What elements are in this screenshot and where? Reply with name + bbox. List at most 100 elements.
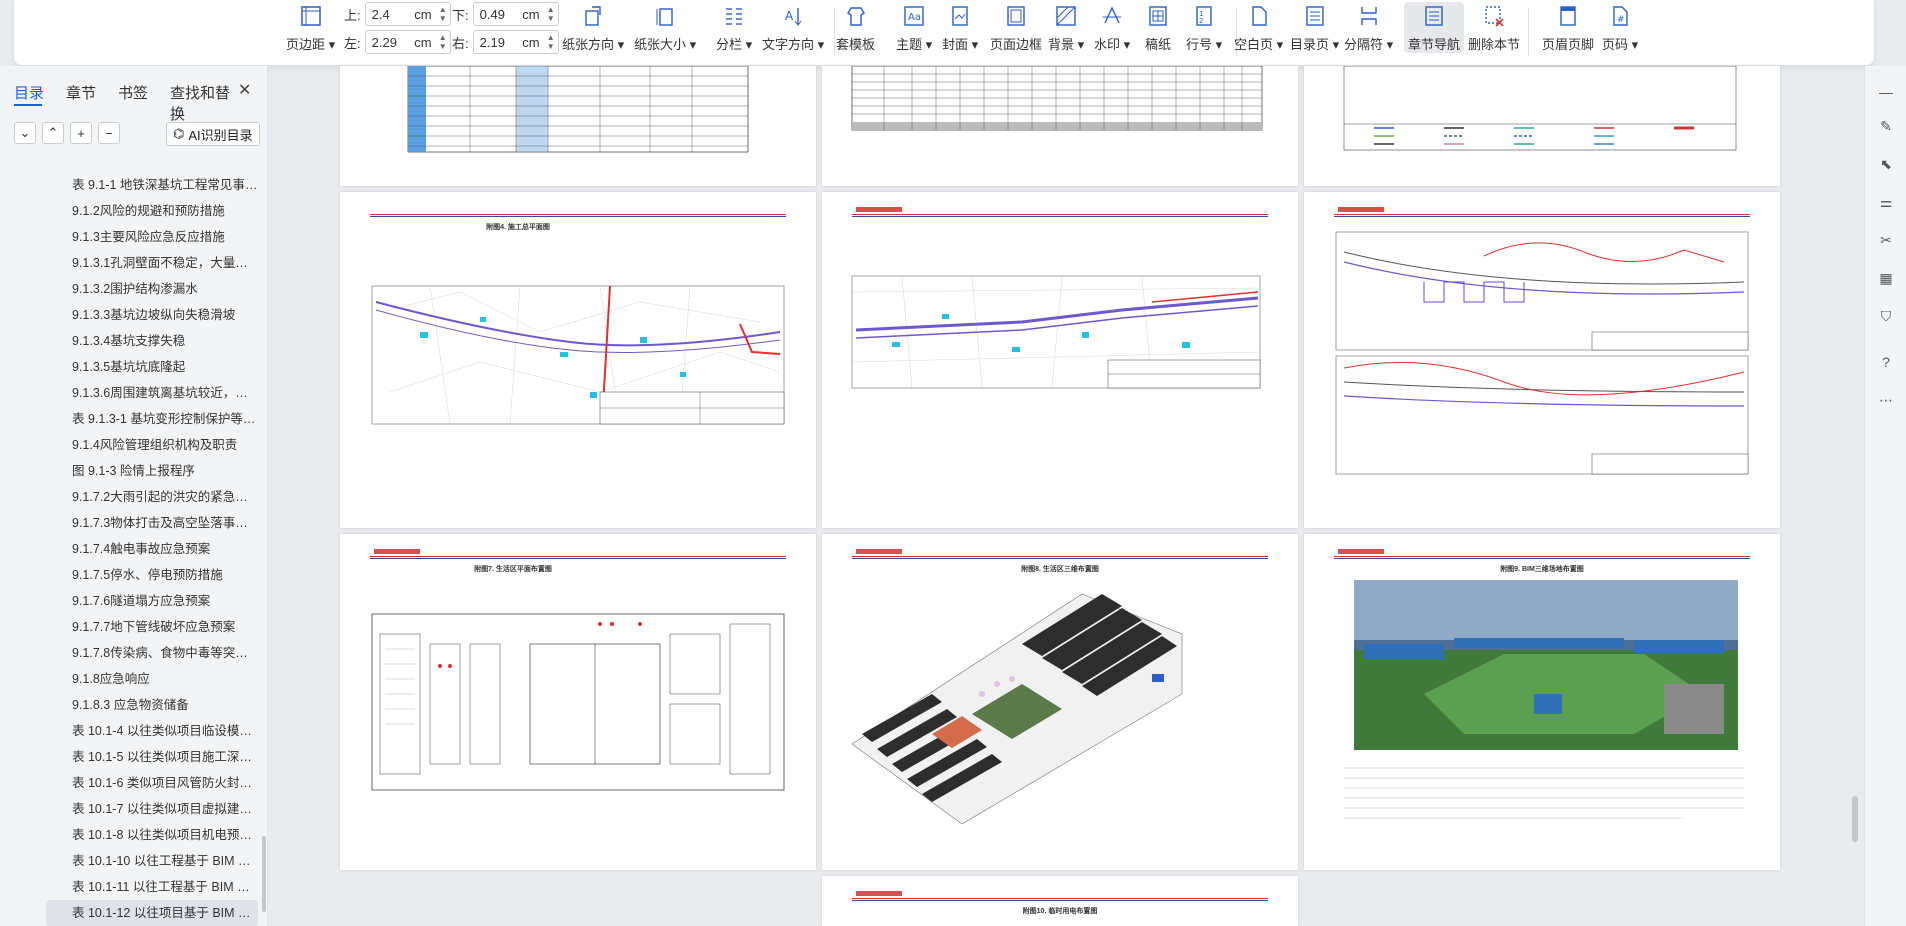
toc-item[interactable]: 9.1.7.4触电事故应急预案 [0,536,258,562]
bottom-margin-field[interactable]: 下: 0.49 cm ▲ ▼ [452,2,559,26]
background-button[interactable]: 背景 ▾ [1048,2,1084,53]
section-nav-icon [1420,2,1448,30]
toc-item[interactable]: 9.1.3.3基坑边坡纵向失稳滑坡 [0,302,258,328]
text-direction-button[interactable]: A 文字方向 ▾ [762,2,824,53]
toc-item[interactable]: 9.1.3.1孔洞壁面不稳定，大量涌水… [0,250,258,276]
paper-size-button[interactable]: 纸张大小 ▾ [634,2,696,53]
toc-item[interactable]: 9.1.7.6隧道塌方应急预案 [0,588,258,614]
page-orientation-icon [579,2,607,30]
tab-toc[interactable]: 目录 [14,82,44,124]
toc-item[interactable]: 表 10.1-8 以往类似项目机电预制… [0,822,258,848]
more-icon[interactable]: ⋯ [1876,390,1896,410]
table-drawing [851,66,1263,131]
tab-bookmarks[interactable]: 书签 [118,82,148,124]
shirt-icon[interactable]: ⛉ [1876,306,1896,326]
template-button[interactable]: 套模板 [836,2,875,53]
page-number-button[interactable]: # 页码 ▾ [1602,2,1638,53]
page-orientation-button[interactable]: 纸张方向 ▾ [562,2,624,53]
select-icon[interactable]: ⬉ [1876,154,1896,174]
minimize-icon[interactable]: — [1876,82,1896,102]
page-thumbnail[interactable]: 附图10. 临时用电布置图 [822,876,1298,926]
page-thumbnail[interactable] [1304,66,1780,186]
remove-icon[interactable]: − [98,122,120,144]
margins-button[interactable]: 页边距 ▾ [286,2,335,53]
toc-item[interactable]: 表 10.1-6 类似项目风管防火封堵… [0,770,258,796]
ai-toc-button[interactable]: ⌬ AI识别目录 [166,122,260,146]
tools-icon[interactable]: ✂ [1876,230,1896,250]
text-direction-icon: A [779,2,807,30]
toc-item[interactable]: 9.1.2风险的规避和预防措施 [0,198,258,224]
columns-button[interactable]: 分栏 ▾ [716,2,752,53]
toc-item[interactable]: 表 9.1-1 地铁深基坑工程常见事故… [0,172,258,198]
toc-item[interactable]: 9.1.3.5基坑坑底隆起 [0,354,258,380]
page-thumbnail[interactable]: 附图9. BIM三维场地布置图 [1304,534,1780,870]
toc-item[interactable]: 9.1.7.3物体打击及高空坠落事故… [0,510,258,536]
page-thumbnail[interactable]: 附图7. 生活区平面布置图 [340,534,816,870]
toc-item[interactable]: 9.1.8应急响应 [0,666,258,692]
theme-button[interactable]: Aa 主题 ▾ [896,2,932,53]
line-number-button[interactable]: 12 行号 ▾ [1186,2,1222,53]
toc-item[interactable]: 9.1.8.3 应急物资储备 [0,692,258,718]
toc-item[interactable]: 表 10.1-11 以往工程基于 BIM 的… [0,874,258,900]
toc-item[interactable]: 表 10.1-4 以往类似项目临设模型… [0,718,258,744]
toc-item[interactable]: 表 10.1-5 以往类似项目施工深化… [0,744,258,770]
toc-item[interactable]: 表 9.1.3-1 基坑变形控制保护等级… [0,406,258,432]
page-thumbnail[interactable]: 附图8. 生活区三维布置图 [822,534,1298,870]
manuscript-paper-button[interactable]: 稿纸 [1144,2,1172,53]
page-number-icon: # [1606,2,1634,30]
delete-section-button[interactable]: 删除本节 [1468,2,1520,53]
blank-page-button[interactable]: 空白页 ▾ [1234,2,1283,53]
margins-icon [297,2,325,30]
collapse-icon[interactable]: ⌄ [14,122,36,144]
active-tab-indicator [14,104,42,106]
watermark-button[interactable]: 水印 ▾ [1094,2,1130,53]
tab-find-replace[interactable]: 查找和替换 [170,82,245,124]
toc-item[interactable]: 9.1.7.2大雨引起的洪灾的紧急预案 [0,484,258,510]
toc-item[interactable]: 9.1.3.2围护结构渗漏水 [0,276,258,302]
toc-item[interactable]: 9.1.7.8传染病、食物中毒等突发… [0,640,258,666]
toc-item[interactable]: 9.1.3.6周围建筑离基坑较近，基… [0,380,258,406]
toc-item[interactable]: 表 10.1-10 以往工程基于 BIM 的… [0,848,258,874]
separator-icon [1355,2,1383,30]
top-margin-field[interactable]: 上: 2.4 cm ▲ ▼ [344,2,451,26]
page-thumbnail[interactable] [822,192,1298,528]
blank-page-icon [1245,2,1273,30]
section-nav-button[interactable]: 章节导航 [1404,2,1465,53]
stats-icon[interactable]: ▦ [1876,268,1896,288]
toc-item[interactable]: 9.1.7.7地下管线破坏应急预案 [0,614,258,640]
svg-text:Aa: Aa [908,12,921,23]
sidebar-scrollbar[interactable] [262,836,266,912]
page-thumbnail[interactable] [822,66,1298,186]
toc-item[interactable]: 图 9.1-3 险情上报程序 [0,458,258,484]
settings-slider-icon[interactable]: ⚌ [1876,192,1896,212]
theme-icon: Aa [900,2,928,30]
toc-item[interactable]: 9.1.4风险管理组织机构及职责 [0,432,258,458]
help-icon[interactable]: ? [1876,352,1896,372]
toc-tools: ⌄ ⌃ + − [14,122,120,144]
toc-item[interactable]: 9.1.3主要风险应急反应措施 [0,224,258,250]
toc-item[interactable]: 9.1.7.5停水、停电预防措施 [0,562,258,588]
page-border-button[interactable]: 页面边框 [990,2,1042,53]
separator-button[interactable]: 分隔符 ▾ [1344,2,1393,53]
toc-item[interactable]: 9.1.3.4基坑支撑失稳 [0,328,258,354]
right-margin-field[interactable]: 右: 2.19 cm ▲ ▼ [452,30,559,54]
page-thumbnail[interactable]: 附图4. 施工总平面图 [340,192,816,528]
paper-size-icon [651,2,679,30]
document-scrollbar[interactable] [1852,796,1858,842]
toc-item[interactable]: 表 10.1-7 以往类似项目虚拟建造… [0,796,258,822]
pen-icon[interactable]: ✎ [1876,116,1896,136]
svg-text:#: # [1617,15,1625,25]
add-icon[interactable]: + [70,122,92,144]
toc-page-icon [1301,2,1329,30]
page-thumbnail[interactable] [340,66,816,186]
left-margin-field[interactable]: 左: 2.29 cm ▲ ▼ [344,30,451,54]
toc-page-button[interactable]: 目录页 ▾ [1290,2,1339,53]
close-icon[interactable]: ✕ [238,80,251,100]
page-thumbnail[interactable] [1304,192,1780,528]
page-border-icon [1002,2,1030,30]
cover-button[interactable]: 封面 ▾ [942,2,978,53]
toc-item[interactable]: 表 10.1-12 以往项目基于 BIM 的… [46,900,258,926]
header-footer-button[interactable]: 页眉页脚 [1542,2,1594,53]
expand-icon[interactable]: ⌃ [42,122,64,144]
tab-chapters[interactable]: 章节 [66,82,96,124]
